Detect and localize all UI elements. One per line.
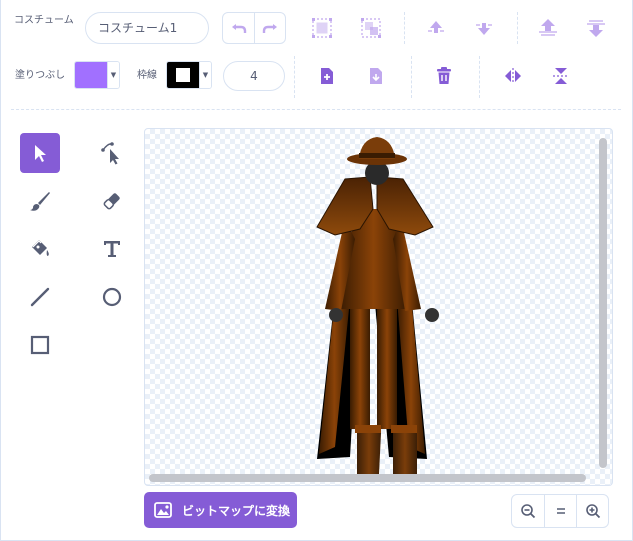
toolbar-divider-2: [517, 12, 518, 44]
convert-to-bitmap-button[interactable]: ビットマップに変換: [144, 492, 297, 528]
line-tool[interactable]: [20, 277, 60, 317]
brush-icon: [30, 192, 50, 211]
outline-color-swatch: [167, 62, 199, 88]
paint-bucket-icon: [32, 240, 49, 256]
zoom-out-button[interactable]: [512, 495, 544, 527]
fill-tool[interactable]: [20, 229, 60, 269]
convert-to-bitmap-label: ビットマップに変換: [182, 503, 291, 518]
paint-editor: コスチューム コスチューム1 塗りつぶし ▼ 枠線 ▼ 4 ビットマップに変換: [0, 0, 633, 541]
toolbar-divider-5: [479, 56, 480, 98]
line-icon: [30, 287, 50, 307]
delete-icon: [437, 67, 451, 84]
circle-icon: [102, 287, 122, 307]
costume-name-input[interactable]: コスチューム1: [85, 12, 209, 44]
backward-button[interactable]: [469, 13, 499, 43]
outline-label: 枠線: [137, 70, 157, 81]
paint-canvas[interactable]: [144, 128, 613, 486]
zoom-in-button[interactable]: [576, 495, 608, 527]
chevron-down-icon: ▼: [107, 62, 119, 88]
flip-horizontal-button[interactable]: [498, 61, 528, 91]
toolbar-separator: [11, 109, 621, 110]
ungroup-button[interactable]: [356, 13, 386, 43]
toolbar-divider: [404, 12, 405, 44]
back-icon: [587, 20, 605, 37]
flip-horizontal-icon: [505, 68, 521, 84]
undo-redo-group: [222, 12, 286, 44]
vertical-scrollbar[interactable]: [599, 138, 607, 468]
backward-icon: [476, 23, 492, 35]
toolbar-divider-3: [294, 56, 295, 98]
fill-label: 塗りつぶし: [15, 70, 66, 81]
arrow-pointer-icon: [35, 145, 46, 162]
forward-button[interactable]: [421, 13, 451, 43]
copy-icon: [321, 68, 333, 84]
chevron-down-icon: ▼: [199, 62, 211, 88]
costume-figure: [316, 137, 439, 480]
eraser-icon: [103, 193, 120, 210]
horizontal-scrollbar[interactable]: [149, 474, 586, 482]
text-icon: [104, 241, 120, 257]
brush-tool[interactable]: [20, 181, 60, 221]
front-button[interactable]: [533, 13, 563, 43]
group-icon: [312, 18, 332, 38]
rectangle-tool[interactable]: [20, 325, 60, 365]
zoom-reset-button[interactable]: [544, 495, 576, 527]
image-icon: [154, 502, 172, 518]
select-tool[interactable]: [20, 133, 60, 173]
toolbar-divider-4: [411, 56, 412, 98]
flip-vertical-button[interactable]: [546, 61, 576, 91]
undo-icon: [231, 24, 246, 33]
front-icon: [539, 19, 557, 36]
fill-color-picker[interactable]: ▼: [74, 61, 120, 89]
rectangle-icon: [30, 335, 50, 355]
copy-button[interactable]: [312, 61, 342, 91]
redo-icon: [262, 24, 277, 33]
reshape-icon: [101, 142, 119, 165]
zoom-controls: [511, 494, 609, 528]
circle-tool[interactable]: [92, 277, 132, 317]
flip-vertical-icon: [553, 68, 569, 84]
undo-button[interactable]: [223, 13, 254, 43]
paste-button[interactable]: [361, 61, 391, 91]
zoom-reset-icon: [556, 508, 565, 514]
paste-icon: [370, 68, 382, 84]
outline-color-picker[interactable]: ▼: [166, 61, 212, 89]
delete-button[interactable]: [429, 61, 459, 91]
back-button[interactable]: [581, 13, 611, 43]
reshape-tool[interactable]: [92, 133, 132, 173]
outline-width-input[interactable]: 4: [223, 61, 285, 91]
forward-icon: [428, 21, 444, 33]
zoom-in-icon: [585, 504, 600, 519]
ungroup-icon: [361, 18, 381, 38]
zoom-out-icon: [521, 504, 536, 519]
fill-color-swatch: [75, 62, 107, 88]
group-button[interactable]: [307, 13, 337, 43]
eraser-tool[interactable]: [92, 181, 132, 221]
costume-name-label: コスチューム: [14, 15, 74, 26]
redo-button[interactable]: [254, 13, 285, 43]
text-tool[interactable]: [92, 229, 132, 269]
